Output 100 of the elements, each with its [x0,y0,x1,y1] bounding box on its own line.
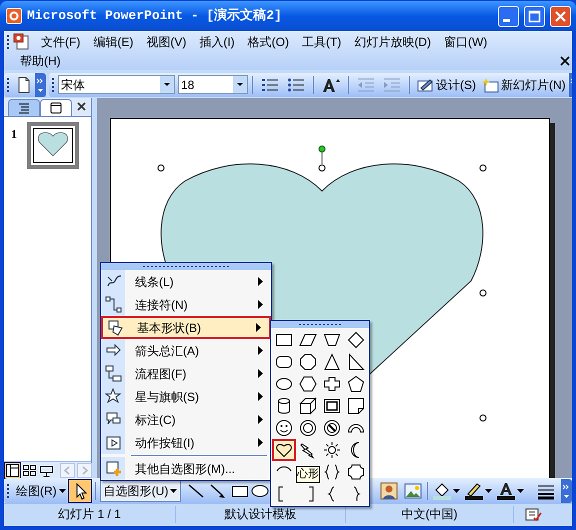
close-button[interactable] [550,6,571,26]
close-icon[interactable] [560,56,570,66]
toolbar-grip-icon[interactable] [7,32,10,50]
menu-item[interactable]: 视图(V) [140,32,192,50]
slide-number: 1 [11,126,17,143]
new-document-icon[interactable] [16,76,32,94]
menu-item[interactable]: 连接符(N) [101,293,271,316]
smiley-icon[interactable] [275,419,293,437]
action-button-icon [105,434,122,451]
star-icon [105,388,122,405]
cross-icon[interactable] [323,375,341,393]
heart-thumbnail-icon [33,128,73,163]
rounded-rectangle-icon[interactable] [275,353,293,371]
cube-icon[interactable] [299,397,317,415]
bullet-list-icon[interactable] [287,76,305,92]
slides-tab[interactable] [40,99,72,116]
document-icon[interactable] [13,32,31,50]
menu-item[interactable]: 工具(T) [296,32,348,50]
drag-handle[interactable] [101,263,271,270]
menu-item[interactable]: 线条(L) [101,270,271,293]
outline-tab[interactable] [8,99,40,116]
toolbar-grip-icon[interactable] [7,76,10,94]
design-icon [417,76,434,92]
maximize-button[interactable] [524,6,545,26]
resize-handle-icon[interactable] [318,164,326,172]
trapezoid-icon[interactable] [323,331,341,349]
numbered-list-icon[interactable] [261,76,279,92]
picture-icon[interactable] [403,482,424,500]
cylinder-icon[interactable] [275,397,293,415]
no-symbol-icon[interactable] [323,419,341,437]
new-slide-button[interactable]: 新幻灯片(N) [479,74,569,94]
size-field-value: 18 [180,76,196,94]
slide-icon [48,100,64,116]
design-template: 默认设计模板 [224,506,296,523]
dropdown-arrow-icon[interactable] [485,488,492,492]
pentagon-icon[interactable] [347,375,365,393]
right-triangle-icon[interactable] [347,353,365,371]
dropdown-arrow-icon[interactable] [453,488,460,492]
lightning-bolt-icon[interactable] [299,441,317,459]
menu-item[interactable]: 基本形状(B) [101,316,271,339]
resize-handle-icon[interactable] [479,164,487,172]
slide-thumbnail[interactable] [27,122,79,169]
plaque-icon[interactable] [347,463,365,481]
bevel-icon[interactable] [323,397,341,415]
line-color-icon[interactable] [464,482,484,500]
font-size-increase-icon[interactable] [321,76,341,92]
rotation-handle-icon[interactable] [318,145,326,164]
octagon-icon[interactable] [299,353,317,371]
flowchart-icon [105,365,122,382]
menu-item[interactable]: 格式(O) [242,32,295,50]
dropdown-arrow-icon [58,488,66,492]
spelling-icon[interactable] [524,506,542,522]
close-icon[interactable] [77,102,86,111]
clip-art-shapes-icon [105,460,122,477]
menu-item[interactable]: 其他自选图形(M)... [101,457,271,480]
drag-handle[interactable] [271,321,369,328]
toolbar-grip-icon[interactable] [52,76,55,94]
menu-item[interactable]: 插入(I) [193,32,241,50]
diamond-icon[interactable] [347,331,365,349]
toolbar-grip-icon[interactable] [7,482,10,500]
sun-icon[interactable] [323,441,341,459]
block-arrow-icon [105,342,122,359]
new-slide-icon [482,76,499,92]
fill-color-icon[interactable] [432,482,452,500]
language-indicator: 中文(中国) [402,506,458,523]
font-field-value: 宋体 [60,76,86,94]
hexagon-icon[interactable] [299,375,317,393]
resize-handle-icon[interactable] [157,164,165,172]
font-color-icon[interactable] [496,482,516,500]
menu-item[interactable]: 幻灯片放映(D) [348,32,437,50]
minimize-button[interactable] [498,6,519,26]
resize-handle-icon[interactable] [479,289,487,297]
resize-handle-icon[interactable] [479,414,487,422]
connector-icon [105,296,122,313]
design-button[interactable]: 设计(S) [414,74,479,94]
triangle-icon[interactable] [323,353,341,371]
oval-icon[interactable] [275,375,293,393]
font-field[interactable]: 宋体 [58,75,175,94]
folded-corner-icon[interactable] [347,397,365,415]
menu-item[interactable]: 编辑(E) [87,32,140,50]
size-field[interactable]: 18 [178,75,248,94]
donut-icon[interactable] [299,419,317,437]
parallelogram-icon[interactable] [299,331,317,349]
pointer-icon[interactable] [68,480,91,502]
menu-item[interactable]: 帮助(H) [14,52,67,70]
dropdown-arrow-icon [170,488,178,492]
tooltip: 心形 [296,466,320,483]
clip-art-icon[interactable] [379,482,400,500]
dropdown-arrow-icon[interactable] [517,488,524,492]
brace-pair-icon[interactable] [323,463,341,481]
minimize-icon [503,18,510,22]
menu-item[interactable]: 文件(F) [35,32,86,50]
rectangle-icon[interactable] [275,331,293,349]
slide-sorter-icon[interactable] [22,462,37,478]
draw-menu-button[interactable]: 绘图(R) [13,480,69,500]
autoshapes-button[interactable]: 自选图形(U) [100,480,182,502]
slide-indicator: 幻灯片 1 / 1 [58,506,121,523]
app-icon [6,8,22,24]
normal-view-icon[interactable] [5,462,20,478]
menu-item[interactable]: 窗口(W) [438,32,494,50]
